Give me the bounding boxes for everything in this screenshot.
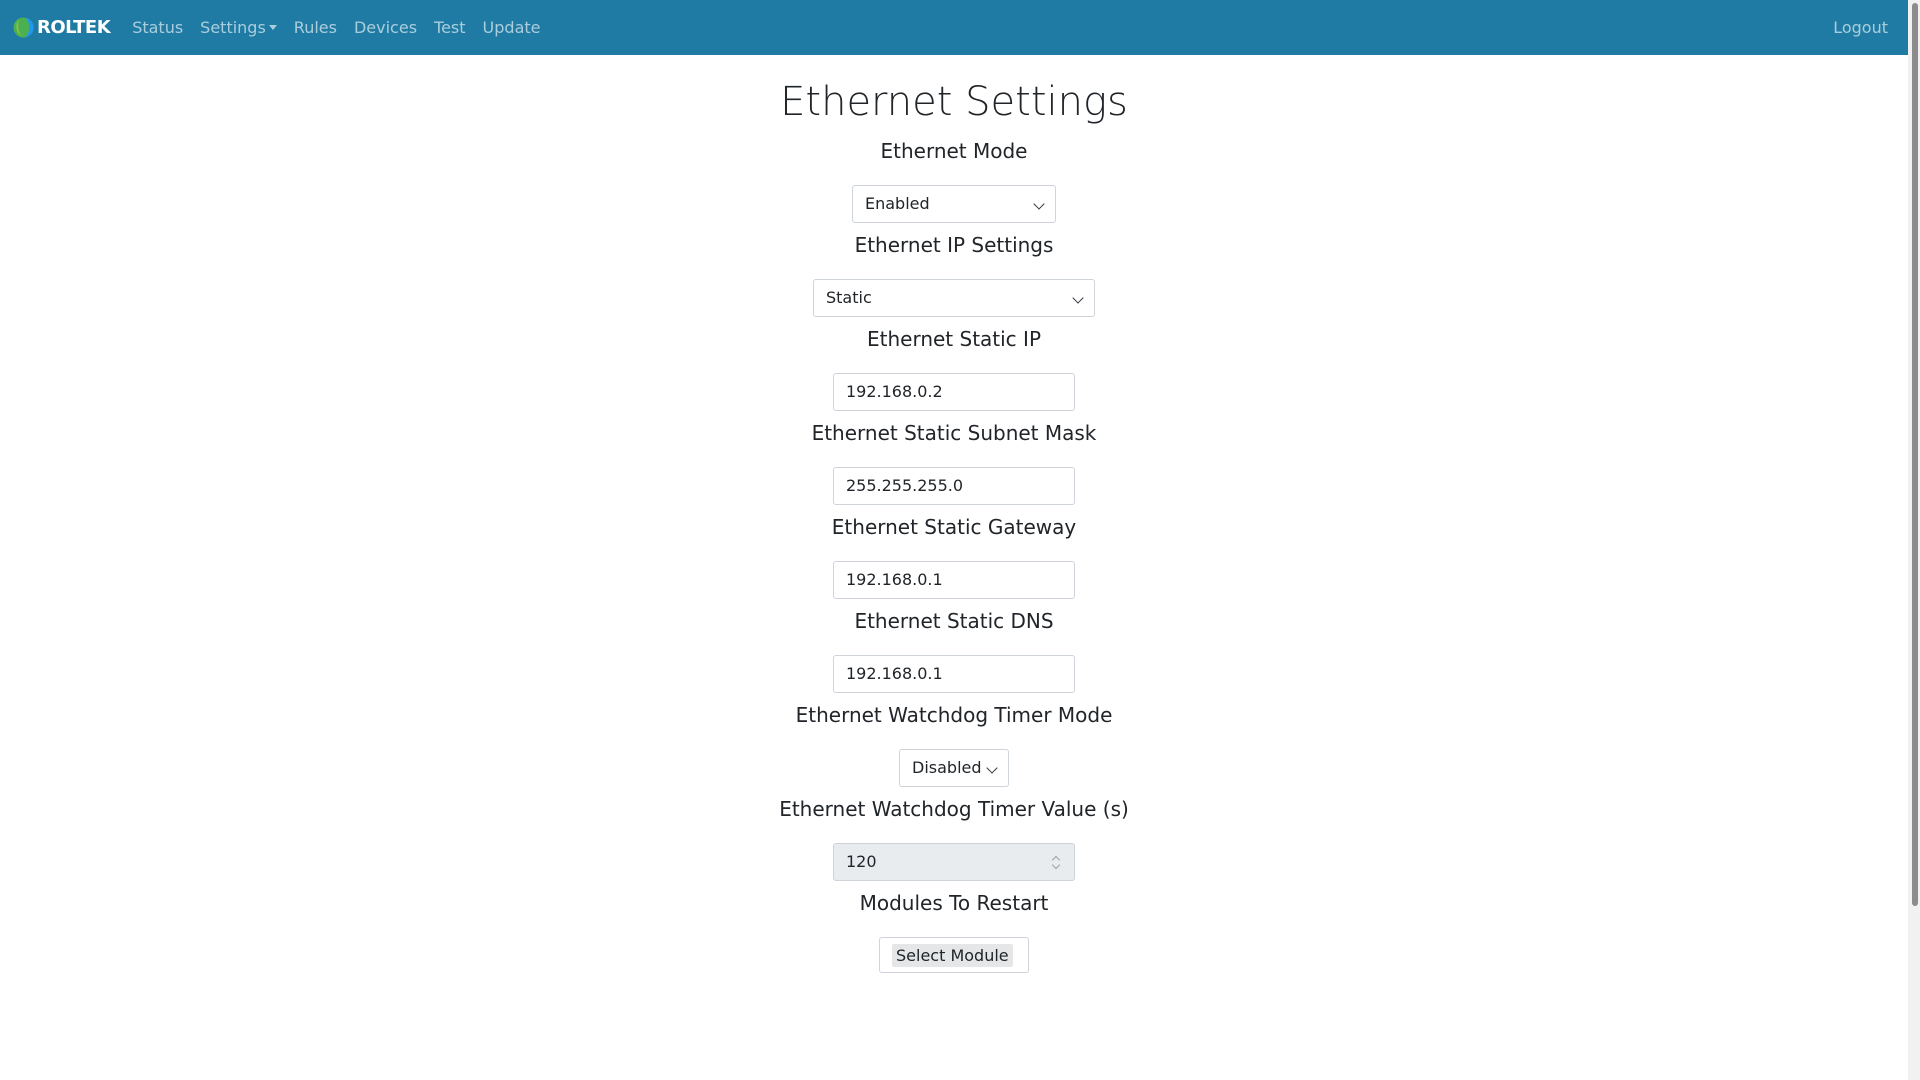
chevron-down-icon (986, 762, 998, 774)
brand-name: ROLTEK (37, 17, 111, 38)
nav-status[interactable]: Status (132, 18, 183, 37)
roltek-logo-icon (13, 17, 34, 38)
caret-down-icon (268, 25, 277, 30)
watchdog-mode-select[interactable]: Disabled (899, 749, 1009, 787)
ip-settings-value: Static (826, 288, 872, 307)
ip-settings-label: Ethernet IP Settings (854, 233, 1054, 257)
watchdog-value-input[interactable]: 120 (833, 843, 1075, 881)
nav-update[interactable]: Update (483, 18, 541, 37)
chevron-down-icon (1072, 292, 1084, 304)
select-module-button[interactable]: Select Module (892, 944, 1013, 967)
ethernet-mode-value: Enabled (865, 194, 930, 213)
modules-restart-group: Modules To Restart Select Module (0, 889, 1908, 975)
watchdog-mode-label: Ethernet Watchdog Timer Mode (795, 703, 1113, 727)
ethernet-mode-group: Ethernet Mode Enabled (0, 137, 1908, 223)
nav-settings-label: Settings (200, 18, 266, 37)
nav-devices[interactable]: Devices (354, 18, 417, 37)
ethernet-settings-form: Ethernet Settings Ethernet Mode Enabled … (0, 55, 1908, 975)
subnet-mask-input[interactable]: 255.255.255.0 (833, 467, 1075, 505)
chevron-down-icon (1033, 198, 1045, 210)
subnet-mask-value: 255.255.255.0 (846, 476, 964, 495)
subnet-mask-group: Ethernet Static Subnet Mask 255.255.255.… (0, 419, 1908, 505)
spinner-arrows-icon[interactable] (1052, 855, 1060, 869)
gateway-value: 192.168.0.1 (846, 570, 943, 589)
watchdog-value-value: 120 (846, 852, 877, 871)
watchdog-mode-group: Ethernet Watchdog Timer Mode Disabled (0, 701, 1908, 787)
dns-input[interactable]: 192.168.0.1 (833, 655, 1075, 693)
logout-link[interactable]: Logout (1833, 18, 1888, 37)
ethernet-mode-label: Ethernet Mode (880, 139, 1028, 163)
gateway-label: Ethernet Static Gateway (831, 515, 1077, 539)
gateway-group: Ethernet Static Gateway 192.168.0.1 (0, 513, 1908, 599)
watchdog-value-group: Ethernet Watchdog Timer Value (s) 120 (0, 795, 1908, 881)
modules-restart-label: Modules To Restart (859, 891, 1049, 915)
page-scrollbar[interactable] (1908, 0, 1920, 1080)
static-ip-label: Ethernet Static IP (866, 327, 1041, 351)
watchdog-mode-value: Disabled (912, 758, 982, 777)
gateway-input[interactable]: 192.168.0.1 (833, 561, 1075, 599)
brand-logo[interactable]: ROLTEK (12, 16, 111, 39)
static-ip-value: 192.168.0.2 (846, 382, 943, 401)
subnet-mask-label: Ethernet Static Subnet Mask (811, 421, 1097, 445)
nav-right: Logout (1833, 18, 1888, 37)
dns-group: Ethernet Static DNS 192.168.0.1 (0, 607, 1908, 693)
modules-restart-multiselect[interactable]: Select Module (879, 937, 1029, 973)
static-ip-input[interactable]: 192.168.0.2 (833, 373, 1075, 411)
dns-value: 192.168.0.1 (846, 664, 943, 683)
watchdog-value-label: Ethernet Watchdog Timer Value (s) (779, 797, 1129, 821)
nav-rules[interactable]: Rules (294, 18, 337, 37)
nav-test[interactable]: Test (434, 18, 466, 37)
top-navbar: ROLTEK Status Settings Rules Devices Tes… (0, 0, 1908, 55)
scrollbar-thumb[interactable] (1912, 3, 1918, 906)
dns-label: Ethernet Static DNS (854, 609, 1054, 633)
ip-settings-group: Ethernet IP Settings Static (0, 231, 1908, 317)
static-ip-group: Ethernet Static IP 192.168.0.2 (0, 325, 1908, 411)
ethernet-mode-select[interactable]: Enabled (852, 185, 1056, 223)
page-title: Ethernet Settings (780, 79, 1128, 125)
ip-settings-select[interactable]: Static (813, 279, 1095, 317)
nav-settings-dropdown[interactable]: Settings (200, 18, 277, 37)
